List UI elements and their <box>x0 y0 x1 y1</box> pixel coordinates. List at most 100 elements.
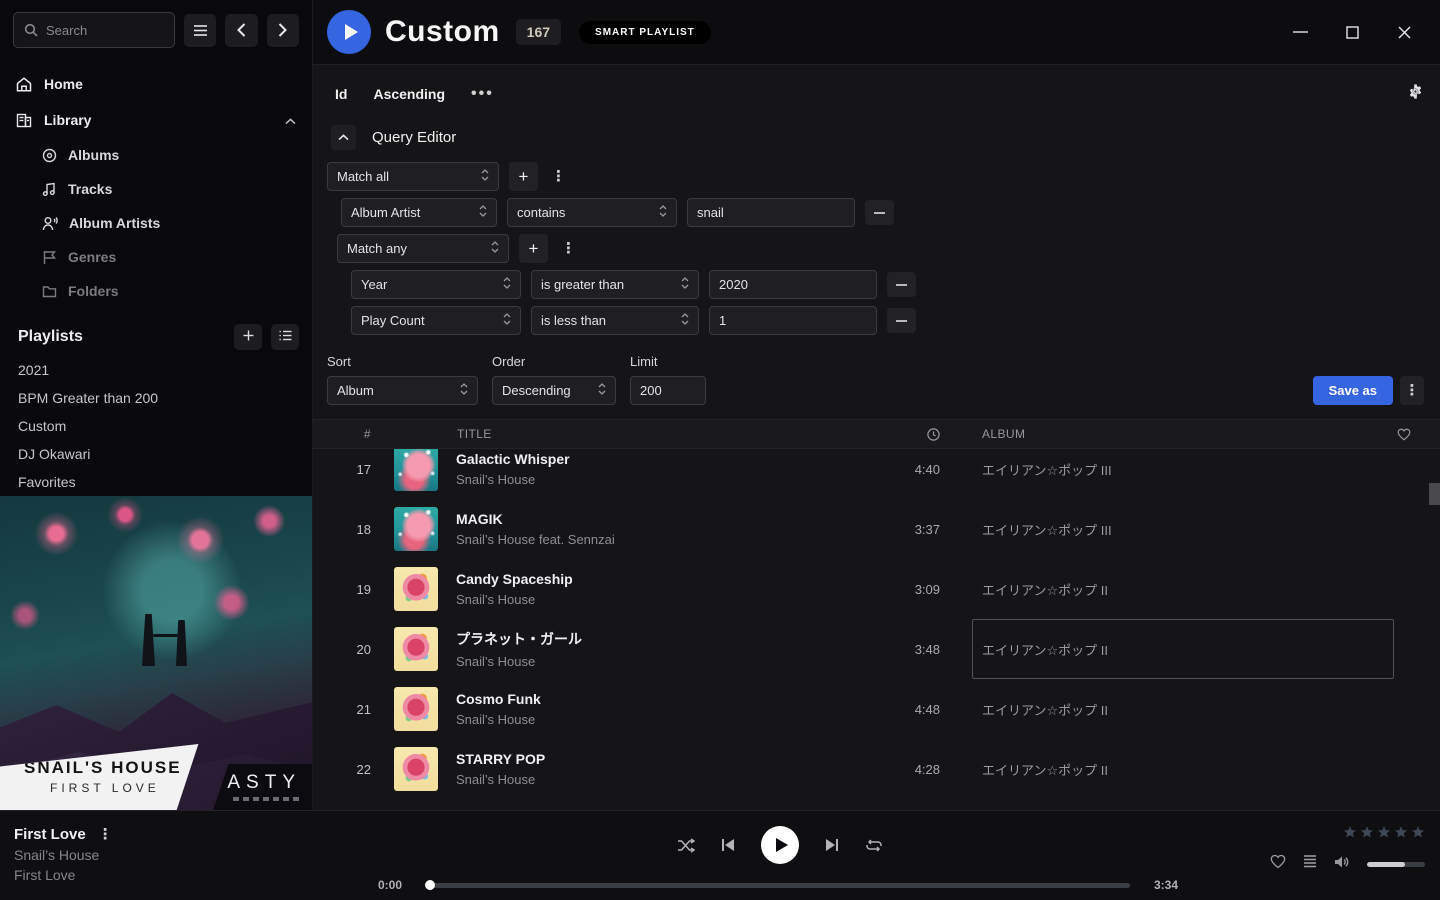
add-rule-button[interactable]: + <box>519 234 548 263</box>
track-album[interactable]: エイリアン☆ポップ II <box>982 739 1384 799</box>
chevron-up-icon[interactable] <box>285 112 296 128</box>
minimize-button[interactable] <box>1286 18 1314 46</box>
more-options-button[interactable]: ••• <box>471 85 494 103</box>
rule-operator-select[interactable]: is greater than <box>531 270 699 299</box>
track-album[interactable]: エイリアン☆ポップ III <box>982 449 1384 499</box>
rule-operator-select[interactable]: is less than <box>531 306 699 335</box>
playlist-item[interactable]: Custom <box>0 412 312 440</box>
match-any-select[interactable]: Match any <box>337 234 509 263</box>
sort-direction-button[interactable]: Ascending <box>373 86 445 102</box>
queue-button[interactable] <box>1303 855 1317 873</box>
track-artist[interactable]: Snail’s House <box>456 472 742 487</box>
sort-select[interactable]: Album <box>327 376 478 405</box>
column-header-num[interactable]: # <box>329 427 377 441</box>
track-artist[interactable]: Snail’s House <box>456 772 742 787</box>
now-playing-artist[interactable]: Snail’s House <box>14 847 320 863</box>
track-title[interactable]: Galactic Whisper <box>456 451 742 467</box>
track-album[interactable]: エイリアン☆ポップ II <box>982 679 1384 739</box>
back-button[interactable] <box>225 14 257 47</box>
duration-column-clock-icon[interactable] <box>878 428 948 441</box>
close-button[interactable] <box>1390 18 1418 46</box>
star-icon[interactable] <box>1377 825 1391 844</box>
track-album[interactable]: エイリアン☆ポップ III <box>982 499 1384 559</box>
match-all-select[interactable]: Match all <box>327 162 499 191</box>
add-playlist-button[interactable] <box>234 324 262 350</box>
save-as-button[interactable]: Save as <box>1313 376 1393 405</box>
add-rule-button[interactable]: + <box>509 162 538 191</box>
star-icon[interactable] <box>1394 825 1408 844</box>
table-row[interactable]: 19 Candy SpaceshipSnail’s House 3:09 エイリ… <box>313 559 1440 619</box>
playlist-list-button[interactable] <box>271 324 299 350</box>
sidebar-item-home[interactable]: Home <box>0 66 312 102</box>
gear-icon[interactable] <box>1407 83 1424 105</box>
rule-operator-select[interactable]: contains <box>507 198 677 227</box>
playlist-item[interactable]: 2021 <box>0 356 312 384</box>
table-row[interactable]: 20 プラネット・ガールSnail’s House 3:48 エイリアン☆ポップ… <box>313 619 1440 679</box>
playlist-item[interactable]: BPM Greater than 200 <box>0 384 312 412</box>
group-options-button[interactable]: ⋮ <box>548 170 569 183</box>
track-title[interactable]: Candy Spaceship <box>456 571 742 587</box>
scrollbar-thumb[interactable] <box>1429 483 1440 505</box>
limit-input[interactable] <box>640 383 696 398</box>
track-album[interactable]: エイリアン☆ポップ II <box>982 559 1384 619</box>
sidebar-item-genres[interactable]: Genres <box>42 240 312 274</box>
sort-field-button[interactable]: Id <box>335 86 347 102</box>
volume-slider[interactable] <box>1367 862 1425 867</box>
sidebar-item-library[interactable]: Library <box>0 102 312 138</box>
table-row[interactable]: 21 Cosmo FunkSnail’s House 4:48 エイリアン☆ポッ… <box>313 679 1440 739</box>
remove-rule-button[interactable] <box>887 308 916 333</box>
rule-value-input[interactable] <box>697 205 845 220</box>
forward-button[interactable] <box>267 14 299 47</box>
star-icon[interactable] <box>1360 825 1374 844</box>
playlist-item[interactable]: Favorites <box>0 468 312 496</box>
order-select[interactable]: Descending <box>492 376 616 405</box>
track-artist[interactable]: Snail’s House feat. Sennzai <box>456 532 742 547</box>
track-artist[interactable]: Snail’s House <box>456 592 742 607</box>
track-album-focused-cell[interactable]: エイリアン☆ポップ II <box>972 619 1394 679</box>
favorite-column-heart-icon[interactable] <box>1384 428 1424 441</box>
column-header-title[interactable]: TITLE <box>442 427 742 441</box>
sidebar-item-albums[interactable]: Albums <box>42 138 312 172</box>
next-track-button[interactable] <box>825 838 839 852</box>
rule-field-select[interactable]: Year <box>351 270 521 299</box>
query-editor-collapse-button[interactable] <box>331 125 356 150</box>
seek-slider[interactable] <box>426 883 1130 888</box>
favorite-button[interactable] <box>1270 854 1286 874</box>
star-icon[interactable] <box>1411 825 1425 844</box>
track-title[interactable]: Cosmo Funk <box>456 691 742 707</box>
sidebar-item-tracks[interactable]: Tracks <box>42 172 312 206</box>
seek-handle[interactable] <box>425 880 435 890</box>
track-title[interactable]: STARRY POP <box>456 751 742 767</box>
table-row[interactable]: 22 STARRY POPSnail’s House 4:28 エイリアン☆ポッ… <box>313 739 1440 799</box>
volume-icon[interactable] <box>1334 855 1350 874</box>
track-artist[interactable]: Snail’s House <box>456 712 742 727</box>
column-header-album[interactable]: ALBUM <box>982 427 1384 441</box>
rule-field-select[interactable]: Album Artist <box>341 198 497 227</box>
save-options-button[interactable]: ⋮ <box>1400 376 1424 405</box>
remove-rule-button[interactable] <box>865 200 894 225</box>
menu-button[interactable] <box>184 14 216 47</box>
maximize-button[interactable] <box>1338 18 1366 46</box>
sidebar-item-folders[interactable]: Folders <box>42 274 312 308</box>
track-artist[interactable]: Snail’s House <box>456 654 742 669</box>
rule-value-input[interactable] <box>719 277 867 292</box>
now-playing-album[interactable]: First Love <box>14 867 320 883</box>
now-playing-title[interactable]: First Love <box>14 826 86 843</box>
rule-value-input[interactable] <box>719 313 867 328</box>
play-playlist-button[interactable] <box>327 10 371 54</box>
track-title[interactable]: プラネット・ガール <box>456 629 742 649</box>
rule-field-select[interactable]: Play Count <box>351 306 521 335</box>
search-field[interactable] <box>46 23 156 38</box>
track-title[interactable]: MAGIK <box>456 511 742 527</box>
remove-rule-button[interactable] <box>887 272 916 297</box>
shuffle-button[interactable] <box>677 838 695 853</box>
play-pause-button[interactable] <box>761 826 799 864</box>
repeat-button[interactable] <box>865 838 883 853</box>
now-playing-options-button[interactable]: ⋮ <box>98 828 113 841</box>
search-input[interactable] <box>13 12 175 48</box>
table-row[interactable]: 17 Galactic WhisperSnail’s House 4:40 エイ… <box>313 449 1440 499</box>
previous-track-button[interactable] <box>721 838 735 852</box>
star-icon[interactable] <box>1343 825 1357 844</box>
group-options-button[interactable]: ⋮ <box>558 242 579 255</box>
table-row[interactable]: 18 MAGIKSnail’s House feat. Sennzai 3:37… <box>313 499 1440 559</box>
